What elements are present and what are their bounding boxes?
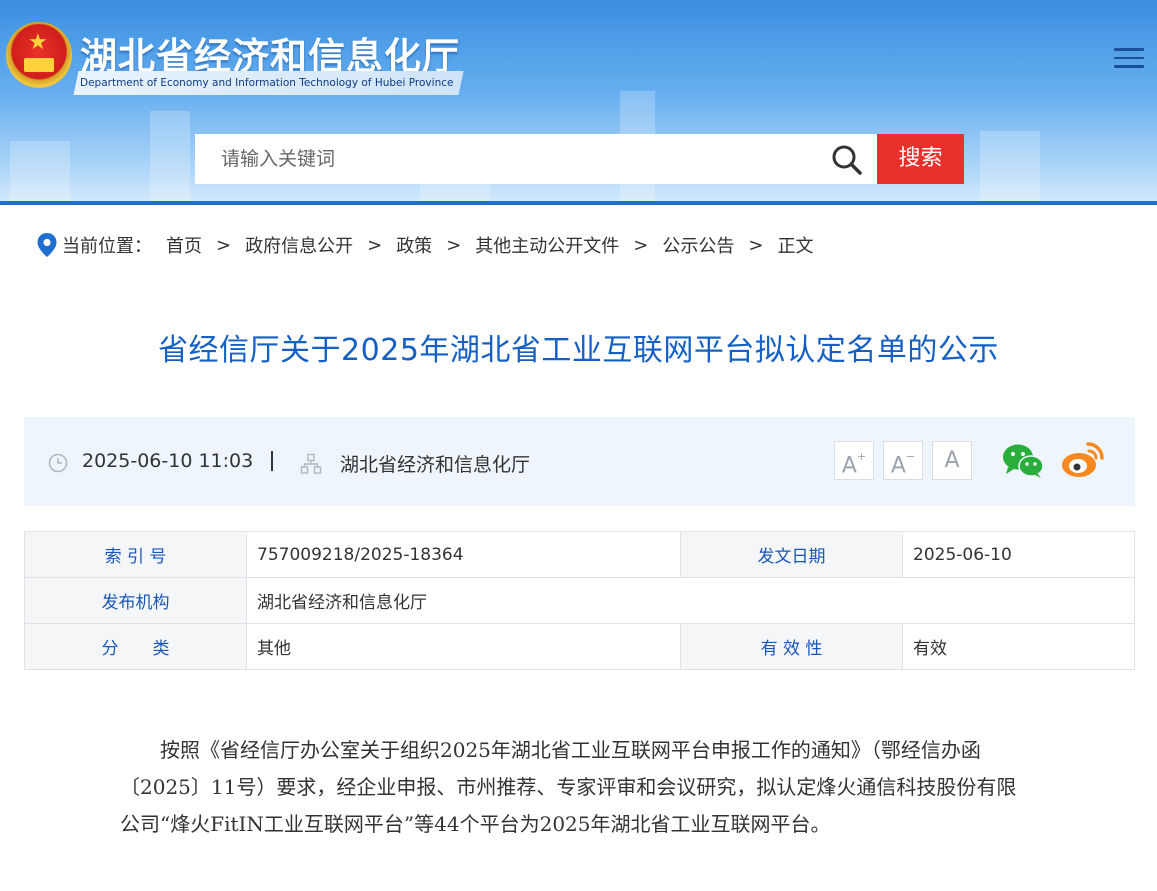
index-number-label: 索 引 号: [24, 531, 247, 578]
validity-label: 有 效 性: [680, 623, 903, 670]
issue-date-value: 2025-06-10: [902, 531, 1135, 578]
breadcrumb-other-files[interactable]: 其他主动公开文件: [475, 232, 619, 258]
publish-source: 湖北省经济和信息化厅: [340, 454, 531, 476]
breadcrumb-separator: >: [216, 234, 232, 256]
wechat-icon[interactable]: [1002, 443, 1044, 479]
breadcrumb-label: 当前位置：: [62, 236, 152, 257]
search-button[interactable]: 搜索: [877, 134, 964, 184]
article-paragraph: 按照《省经信厅办公室关于组织2025年湖北省工业互联网平台申报工作的通知》（鄂经…: [120, 738, 1017, 836]
font-decrease-button[interactable]: A−: [883, 441, 923, 480]
breadcrumb-policy[interactable]: 政策: [396, 232, 432, 258]
breadcrumb-home[interactable]: 首页: [166, 232, 202, 258]
search-icon[interactable]: [831, 144, 863, 176]
font-reset-button[interactable]: A: [932, 441, 972, 480]
org-chart-icon: [300, 453, 322, 474]
article-meta-bar: 2025-06-10 11:03 湖北省经济和信息化厅 A+ A− A: [24, 417, 1135, 506]
publisher-label: 发布机构: [24, 577, 247, 624]
document-info-table: 索 引 号 757009218/2025-18364 发文日期 2025-06-…: [24, 531, 1135, 670]
breadcrumb-separator: >: [748, 234, 764, 256]
article-title: 省经信厅关于2025年湖北省工业互联网平台拟认定名单的公示: [158, 333, 999, 368]
index-number-value: 757009218/2025-18364: [246, 531, 681, 578]
breadcrumb-announcements[interactable]: 公示公告: [662, 232, 734, 258]
meta-divider: [271, 451, 273, 471]
table-row: 索 引 号 757009218/2025-18364 发文日期 2025-06-…: [24, 531, 1135, 578]
table-row: 发布机构 湖北省经济和信息化厅: [24, 577, 1135, 624]
font-increase-button[interactable]: A+: [834, 441, 874, 480]
site-subtitle: Department of Economy and Information Te…: [73, 71, 465, 95]
article-body: 按照《省经信厅办公室关于组织2025年湖北省工业互联网平台申报工作的通知》（鄂经…: [120, 732, 1035, 843]
table-row: 分 类 其他 有 效 性 有效: [24, 623, 1135, 670]
breadcrumb-current: 正文: [777, 236, 814, 257]
category-value: 其他: [246, 623, 681, 670]
search-input[interactable]: [195, 134, 815, 184]
breadcrumb: 当前位置： 首页 > 政府信息公开 > 政策 > 其他主动公开文件 > 公示公告…: [36, 230, 813, 260]
star-icon: ★: [28, 30, 48, 55]
location-pin-icon: [37, 233, 57, 257]
breadcrumb-separator: >: [446, 234, 462, 256]
breadcrumb-gov-info[interactable]: 政府信息公开: [245, 232, 353, 258]
issue-date-label: 发文日期: [680, 531, 903, 578]
national-emblem-logo[interactable]: ★: [6, 22, 72, 88]
clock-icon: [48, 453, 68, 473]
skyline-decoration: [150, 111, 190, 201]
skyline-decoration: [10, 141, 70, 201]
weibo-icon[interactable]: [1061, 441, 1105, 479]
breadcrumb-separator: >: [633, 234, 649, 256]
hamburger-menu-icon[interactable]: [1114, 48, 1144, 70]
skyline-decoration: [980, 131, 1040, 201]
publish-datetime: 2025-06-10 11:03: [82, 450, 254, 472]
gate-icon: [24, 58, 54, 72]
publisher-value: 湖北省经济和信息化厅: [246, 577, 1135, 624]
category-label: 分 类: [24, 623, 247, 670]
search-box: [195, 134, 878, 184]
breadcrumb-separator: >: [367, 234, 383, 256]
validity-value: 有效: [902, 623, 1135, 670]
